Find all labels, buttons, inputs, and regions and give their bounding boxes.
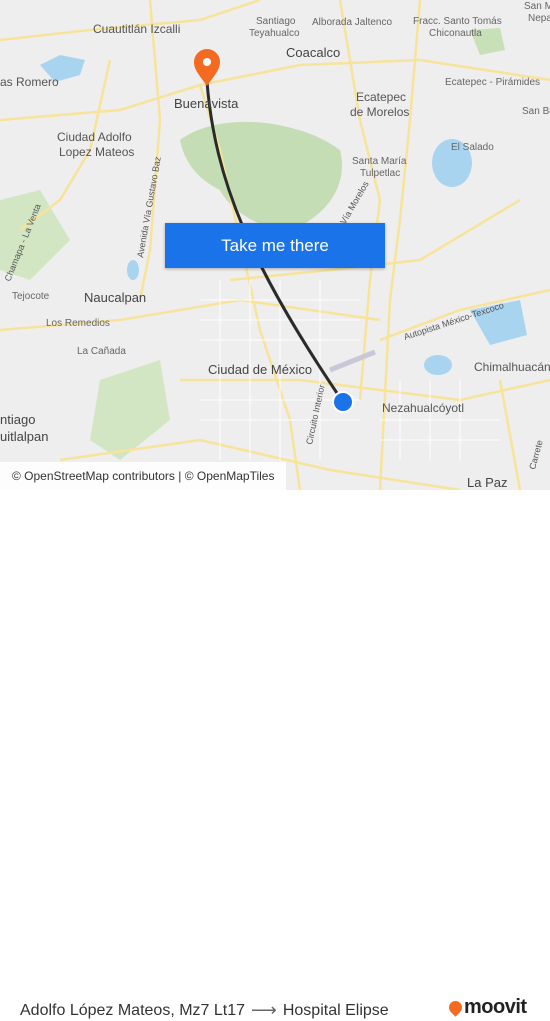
destination-name: Hospital Elipse bbox=[282, 1001, 389, 1019]
road-label-via-gustavo-baz: Avenida Vía Gustavo Baz bbox=[135, 155, 163, 258]
place-label: El Salado bbox=[451, 142, 494, 153]
place-label: La Paz bbox=[467, 475, 508, 490]
airport-runway bbox=[329, 349, 376, 373]
brand-name: moovit bbox=[464, 996, 527, 1018]
lake-small bbox=[424, 355, 452, 375]
destination-pin-icon[interactable] bbox=[194, 49, 220, 86]
place-label: Tejocote bbox=[12, 291, 50, 302]
arrow-right-icon: ⟶ bbox=[251, 1000, 277, 1020]
origin-name: Adolfo López Mateos, Mz7 Lt17 bbox=[20, 1001, 246, 1019]
map[interactable]: Avenida Vía Gustavo Baz Chamapa - La Ven… bbox=[0, 0, 550, 490]
road-label-morelos: Vía Morelos bbox=[338, 179, 371, 226]
moovit-logo[interactable]: moovit bbox=[446, 996, 527, 1019]
place-label: as Romero bbox=[0, 75, 59, 89]
place-label: Teyahualco bbox=[249, 28, 300, 39]
place-label: Ecatepec - Pirámides bbox=[445, 77, 541, 88]
moovit-pin-icon bbox=[446, 998, 465, 1017]
place-label: Chimalhuacán bbox=[474, 360, 550, 374]
map-attribution[interactable]: © OpenStreetMap contributors | © OpenMap… bbox=[0, 462, 287, 490]
place-label: Ecatepec bbox=[356, 90, 407, 104]
place-label: La Cañada bbox=[77, 346, 126, 357]
place-label: San Be bbox=[522, 106, 550, 117]
place-label: Los Remedios bbox=[46, 318, 110, 329]
place-label: Ciudad de México bbox=[208, 362, 313, 377]
place-label: Tulpetlac bbox=[360, 168, 401, 179]
park-sierra-guadalupe bbox=[180, 121, 342, 230]
place-label: Alborada Jaltenco bbox=[312, 17, 393, 28]
place-label: ntiago bbox=[0, 412, 36, 427]
place-label: Coacalco bbox=[286, 45, 341, 60]
place-label: Ciudad Adolfo bbox=[57, 130, 132, 144]
place-label: Buenavista bbox=[174, 96, 239, 111]
place-label: Lopez Mateos bbox=[59, 145, 135, 159]
place-label: Cuautitlán Izcalli bbox=[93, 22, 181, 36]
lake-naucalpan bbox=[127, 260, 139, 280]
place-label: Naucalpan bbox=[84, 290, 147, 305]
road-label-carretera: Carrete bbox=[527, 439, 544, 471]
origin-marker[interactable] bbox=[332, 391, 354, 413]
take-me-there-button[interactable]: Take me there bbox=[165, 223, 385, 268]
place-label: de Morelos bbox=[350, 105, 410, 119]
place-label: Nepa bbox=[528, 13, 550, 24]
road-label-circuito: Circuito Interior bbox=[304, 384, 326, 446]
place-label: Chiconautla bbox=[429, 28, 482, 39]
place-label: Nezahualcóyotl bbox=[382, 401, 465, 415]
footer: Adolfo López Mateos, Mz7 Lt17 ⟶ Hospital… bbox=[0, 490, 550, 1020]
route-summary: Adolfo López Mateos, Mz7 Lt17 ⟶ Hospital… bbox=[20, 1000, 389, 1021]
place-label: uitlalpan bbox=[0, 429, 49, 444]
